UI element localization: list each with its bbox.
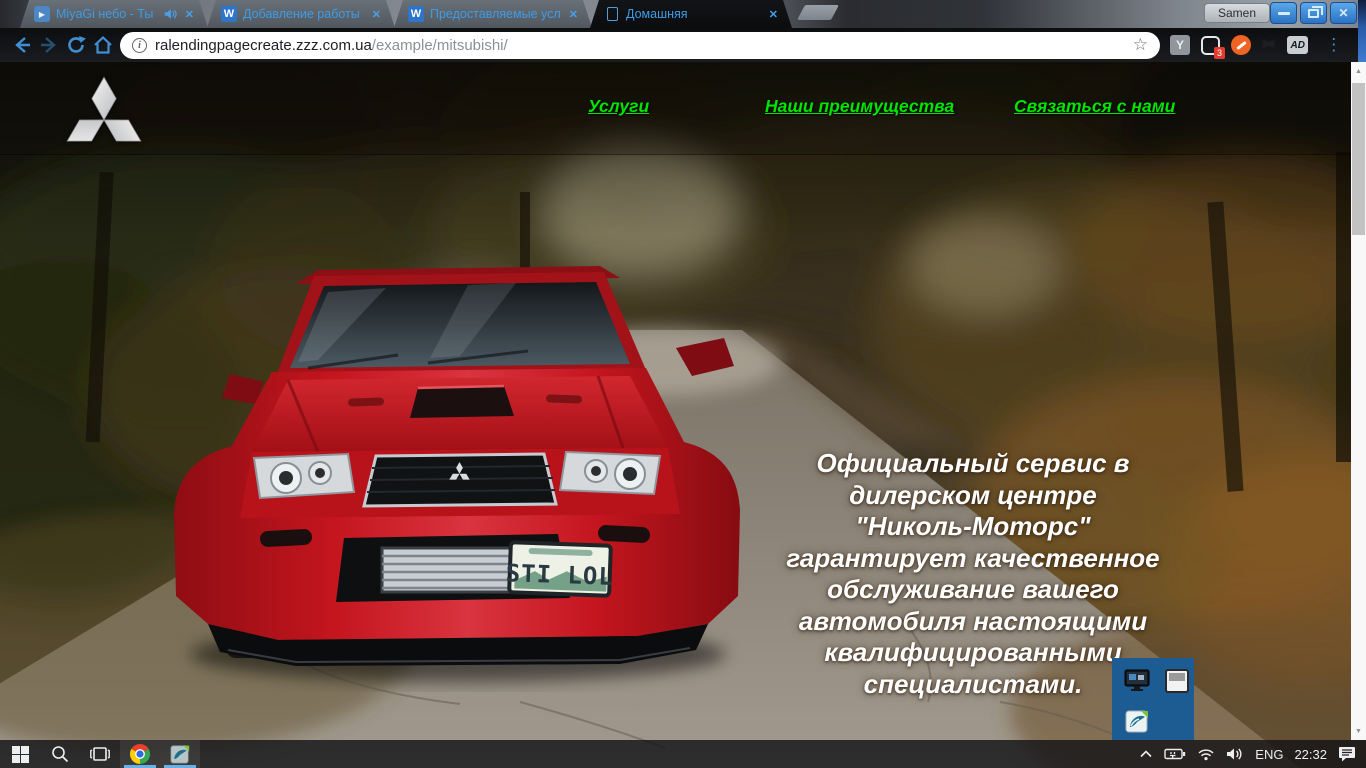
page-scrollbar[interactable]: ▲ ▼ (1351, 62, 1366, 740)
webpage: Услуги Наши преимущества Связаться с нам… (0, 62, 1366, 768)
task-view-icon (90, 747, 110, 761)
battery-icon[interactable] (1162, 747, 1188, 761)
extension-badge: 3 (1213, 46, 1225, 59)
app-window-tray-icon[interactable] (1164, 668, 1190, 694)
chrome-icon (130, 744, 150, 764)
chrome-taskbar-button[interactable] (120, 740, 160, 768)
tab-close-icon[interactable]: ✕ (567, 8, 580, 21)
tray-overflow-flyout (1112, 658, 1194, 740)
license-plate-text: STI LOL (505, 559, 614, 591)
tab-title: MiyaGi небо - Ты мо (56, 7, 154, 21)
start-button[interactable] (0, 740, 40, 768)
forward-button[interactable] (35, 32, 62, 59)
monitor-tray-icon[interactable] (1124, 668, 1150, 694)
home-button[interactable] (89, 32, 116, 59)
nav-link-services[interactable]: Услуги (588, 96, 649, 117)
search-icon (52, 746, 69, 763)
word-icon: W (221, 6, 237, 22)
screenshot-extension-icon[interactable]: 3 (1201, 35, 1225, 59)
site-info-icon[interactable]: i (132, 37, 147, 53)
lightshot-extension-icon[interactable] (1231, 35, 1251, 55)
tab-close-icon[interactable]: ✕ (767, 8, 780, 21)
scrollbar-thumb[interactable] (1352, 83, 1365, 235)
tab-title: Предоставляемые услуг (430, 7, 561, 21)
tab-audio-icon[interactable] (163, 7, 177, 21)
browser-tab-strip: ▶ MiyaGi небо - Ты мо ✕ W Добавление раб… (0, 0, 1366, 28)
new-tab-button[interactable] (797, 5, 839, 20)
browser-toolbar: i ralendingpagecreate.zzz.com.ua/example… (0, 28, 1366, 62)
windows-taskbar: ENG 22:32 (0, 740, 1366, 768)
window-frame-accent (1358, 0, 1366, 62)
tab-close-icon[interactable]: ✕ (370, 8, 383, 21)
url-text: ralendingpagecreate.zzz.com.ua/example/m… (155, 37, 508, 54)
adblock-extension-icon[interactable]: AD (1287, 36, 1309, 54)
extension-icons: Y 3 ✂ AD ⋮ (1170, 35, 1342, 59)
tab-title: Добавление работы в п (243, 7, 360, 21)
url-domain: ralendingpagecreate.zzz.com.ua (155, 36, 372, 54)
bird-app-taskbar-button[interactable] (160, 740, 200, 768)
windows-logo-icon (11, 745, 29, 763)
tab-close-icon[interactable]: ✕ (183, 8, 196, 21)
scroll-up-icon[interactable]: ▲ (1351, 64, 1366, 78)
yandex-extension-icon[interactable]: Y (1170, 35, 1190, 55)
mitsubishi-logo (66, 76, 142, 142)
tab-music[interactable]: ▶ MiyaGi небо - Ты мо ✕ (20, 0, 208, 28)
scissors-extension-icon[interactable]: ✂ (1262, 35, 1276, 55)
tab-word-doc-1[interactable]: W Добавление работы в п ✕ (207, 0, 395, 28)
scroll-down-icon[interactable]: ▼ (1351, 724, 1366, 738)
search-button[interactable] (40, 740, 80, 768)
bird-app-icon (170, 745, 190, 764)
license-plate: STI LOL (505, 540, 614, 598)
restore-button[interactable] (1300, 2, 1327, 24)
reload-button[interactable] (62, 32, 89, 59)
tray-chevron-icon[interactable] (1137, 748, 1155, 760)
system-tray: ENG 22:32 (1137, 740, 1366, 768)
task-view-button[interactable] (80, 740, 120, 768)
browser-menu-icon[interactable]: ⋮ (1325, 35, 1342, 55)
word-icon: W (408, 6, 424, 22)
restore-icon (1308, 5, 1323, 18)
language-indicator[interactable]: ENG (1253, 747, 1285, 762)
tab-title: Домашняя (626, 7, 688, 21)
close-button[interactable]: ✕ (1330, 2, 1357, 24)
red-mitsubishi-car: STI LOL (174, 266, 740, 682)
play-icon: ▶ (34, 6, 50, 22)
address-bar[interactable]: i ralendingpagecreate.zzz.com.ua/example… (120, 31, 1160, 59)
page-icon (604, 6, 620, 22)
minimize-button[interactable] (1270, 2, 1297, 24)
tab-home-active[interactable]: Домашняя ✕ (590, 0, 792, 28)
url-path: /example/mitsubishi/ (371, 36, 508, 54)
minimize-icon (1277, 11, 1290, 15)
bird-app-tray-icon[interactable] (1124, 708, 1150, 734)
screen: ▶ MiyaGi небо - Ты мо ✕ W Добавление раб… (0, 0, 1366, 768)
nav-link-contact[interactable]: Связаться с нами (1014, 96, 1175, 117)
window-controls: ✕ (1270, 2, 1357, 24)
wifi-icon[interactable] (1195, 747, 1217, 761)
tab-word-doc-2[interactable]: W Предоставляемые услуг ✕ (394, 0, 592, 28)
nav-link-advantages[interactable]: Наши преимущества (765, 96, 954, 117)
back-button[interactable] (8, 32, 35, 59)
volume-icon[interactable] (1224, 747, 1246, 761)
bookmark-star-icon[interactable]: ☆ (1133, 35, 1148, 55)
profile-button[interactable]: Samen (1204, 3, 1271, 23)
action-center-icon[interactable] (1336, 746, 1358, 762)
clock[interactable]: 22:32 (1292, 747, 1329, 762)
